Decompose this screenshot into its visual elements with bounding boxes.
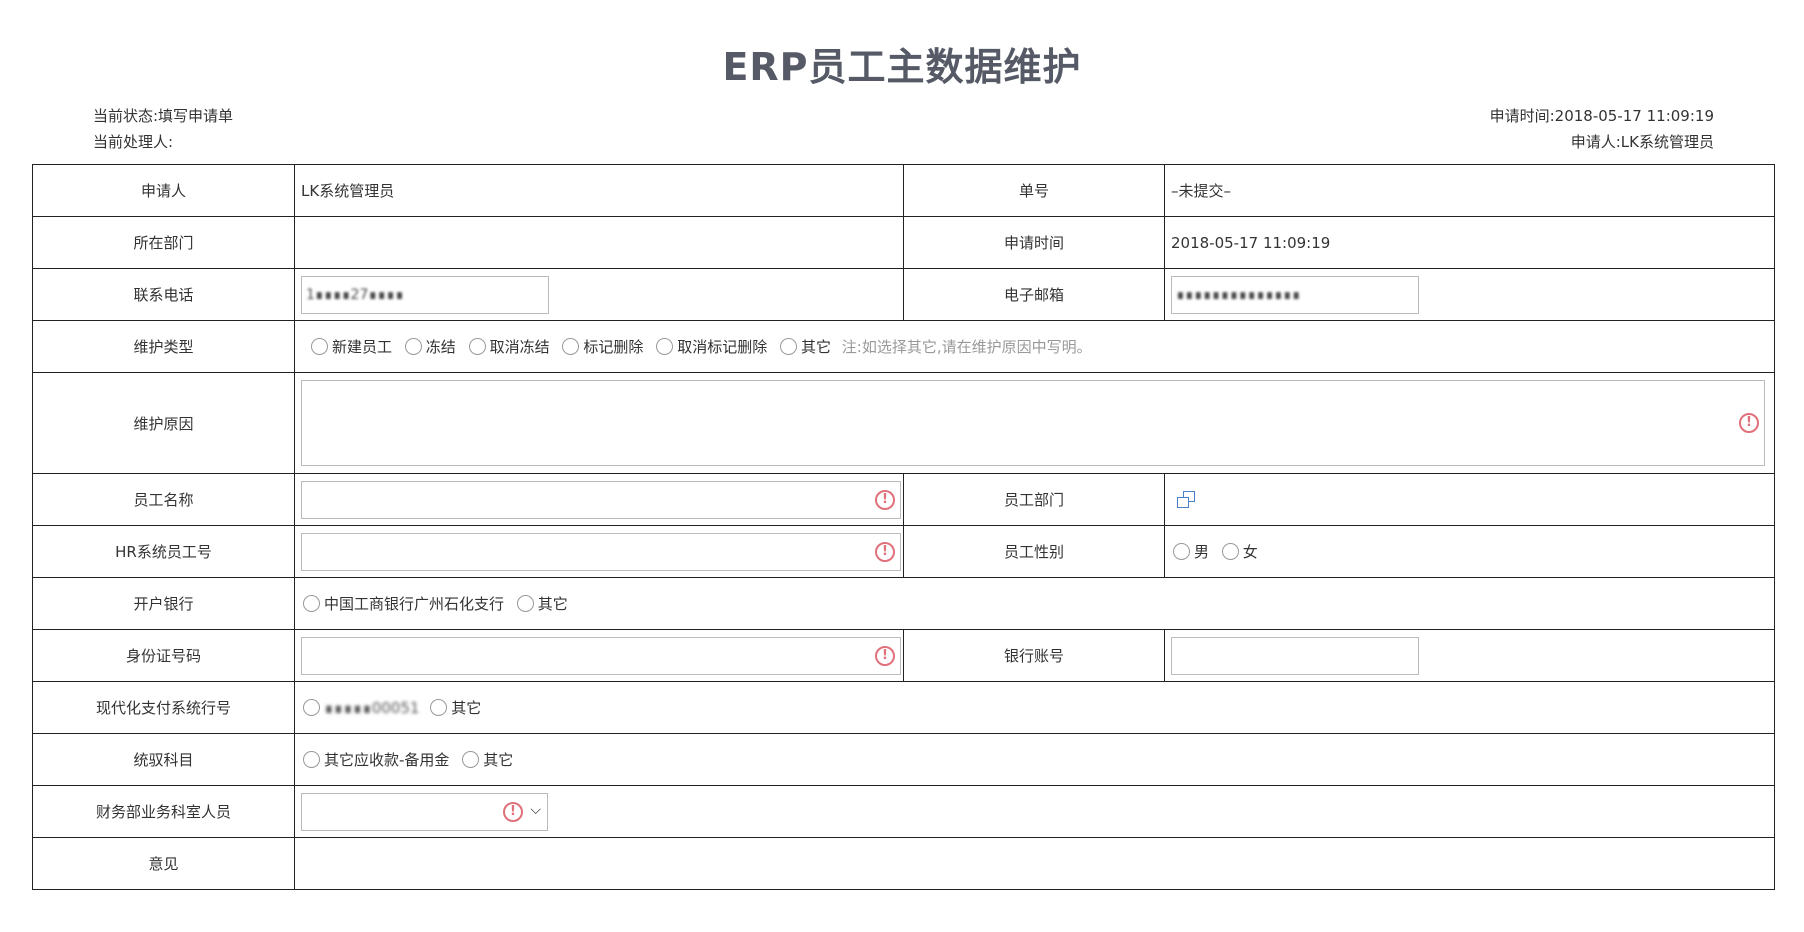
maint-type-radio-mark-delete[interactable]	[562, 338, 580, 355]
bank-option-icbc: 中国工商银行广州石化支行	[324, 595, 505, 613]
status-info: 当前状态:填写申请单 当前处理人:	[93, 103, 233, 155]
dept-label: 所在部门	[32, 216, 295, 269]
row-hr-no: HR系统员工号 ! 员工性别 男 女	[32, 525, 1775, 578]
dept-value	[294, 216, 904, 269]
maint-type-option-unmark-delete: 取消标记删除	[677, 338, 768, 356]
row-subject: 统驭科目 其它应收款-备用金 其它	[32, 733, 1775, 786]
gender-option-female: 女	[1242, 543, 1258, 561]
current-status: 当前状态:填写申请单	[93, 107, 234, 125]
maint-type-radio-unmark-delete[interactable]	[656, 338, 674, 355]
gender-option-male: 男	[1194, 543, 1210, 561]
employee-form: 申请人 LK系统管理员 单号 –未提交– 所在部门 申请时间 2018-05-1…	[32, 164, 1775, 890]
emp-name-label: 员工名称	[32, 473, 295, 526]
bank-option-other: 其它	[537, 595, 568, 613]
maint-type-option-new: 新建员工	[332, 338, 393, 356]
emp-dept-label: 员工部门	[903, 473, 1165, 526]
bank-radio-other[interactable]	[516, 595, 534, 612]
pay-sys-option-code: ∎∎∎∎∎00051	[324, 698, 420, 717]
row-id-no: 身份证号码 ! 银行账号	[32, 629, 1775, 682]
maint-type-radio-freeze[interactable]	[404, 338, 422, 355]
maint-type-radio-other[interactable]	[779, 338, 797, 355]
applicant-header: 申请人:LK系统管理员	[1570, 133, 1714, 151]
email-input[interactable]: ∎∎∎∎∎∎∎∎∎∎∎∎∎∎	[1171, 275, 1419, 314]
bank-radio-icbc[interactable]	[303, 595, 320, 612]
required-warning-icon: !	[875, 489, 895, 510]
maint-type-radio-new[interactable]	[311, 338, 328, 355]
row-contact: 联系电话 1∎∎∎∎27∎∎∎∎ 电子邮箱 ∎∎∎∎∎∎∎∎∎∎∎∎∎∎	[32, 268, 1775, 321]
subject-radio-petty-cash[interactable]	[303, 751, 320, 768]
applicant-label: 申请人	[32, 164, 295, 217]
row-opinion: 意见	[32, 837, 1775, 890]
current-handler: 当前处理人:	[93, 133, 174, 151]
id-no-input[interactable]: !	[301, 636, 901, 675]
subject-label: 统驭科目	[32, 733, 295, 786]
gender-radio-female[interactable]	[1221, 543, 1239, 560]
hr-no-label: HR系统员工号	[32, 525, 295, 578]
finance-staff-select[interactable]: ! ⌵	[301, 792, 548, 831]
row-finance-staff: 财务部业务科室人员 ! ⌵	[32, 785, 1775, 838]
email-label: 电子邮箱	[903, 268, 1165, 321]
apply-info: 申请时间:2018-05-17 11:09:19 申请人:LK系统管理员	[1490, 103, 1714, 155]
apply-time-label: 申请时间	[903, 216, 1165, 269]
maint-type-option-unfreeze: 取消冻结	[489, 338, 550, 356]
maint-type-note: 注:如选择其它,请在维护原因中写明。	[841, 338, 1092, 356]
gender-radio-male[interactable]	[1173, 543, 1190, 560]
applicant-value: LK系统管理员	[294, 164, 904, 217]
bank-account-label: 银行账号	[903, 629, 1165, 682]
emp-name-input[interactable]: !	[301, 480, 901, 519]
row-applicant: 申请人 LK系统管理员 单号 –未提交–	[32, 164, 1775, 217]
subject-option-petty-cash: 其它应收款-备用金	[324, 751, 450, 769]
page-title: ERP员工主数据维护	[722, 45, 1082, 89]
phone-input[interactable]: 1∎∎∎∎27∎∎∎∎	[301, 275, 549, 314]
apply-time-value: 2018-05-17 11:09:19	[1164, 216, 1775, 269]
bank-account-input[interactable]	[1171, 636, 1419, 675]
maint-type-radio-unfreeze[interactable]	[468, 338, 486, 355]
required-warning-icon: !	[875, 541, 895, 562]
maint-type-option-freeze: 冻结	[425, 338, 456, 356]
required-warning-icon: !	[503, 801, 523, 822]
opinion-value	[294, 837, 1775, 890]
row-emp-name: 员工名称 ! 员工部门	[32, 473, 1775, 526]
id-no-label: 身份证号码	[32, 629, 295, 682]
pay-sys-label: 现代化支付系统行号	[32, 681, 295, 734]
phone-value: 1∎∎∎∎27∎∎∎∎	[306, 286, 404, 303]
row-pay-sys: 现代化支付系统行号 ∎∎∎∎∎00051 其它	[32, 681, 1775, 734]
hr-no-input[interactable]: !	[301, 532, 901, 571]
pay-sys-radio-other[interactable]	[430, 699, 448, 716]
reason-textarea[interactable]: !	[301, 380, 1765, 466]
reason-label: 维护原因	[32, 372, 295, 474]
email-value: ∎∎∎∎∎∎∎∎∎∎∎∎∎∎	[1176, 286, 1301, 303]
order-no-label: 单号	[903, 164, 1165, 217]
required-warning-icon: !	[875, 645, 895, 666]
row-maint-type: 维护类型 新建员工 冻结 取消冻结 标记删除 取消标记删除 其它 注:如选择其它…	[32, 320, 1775, 373]
row-reason: 维护原因 !	[32, 372, 1775, 474]
gender-label: 员工性别	[903, 525, 1165, 578]
finance-staff-label: 财务部业务科室人员	[32, 785, 295, 838]
phone-label: 联系电话	[32, 268, 295, 321]
pay-sys-radio-code[interactable]	[303, 699, 320, 716]
row-dept: 所在部门 申请时间 2018-05-17 11:09:19	[32, 216, 1775, 269]
maint-type-option-mark-delete: 标记删除	[583, 338, 644, 356]
chevron-down-icon: ⌵	[530, 801, 541, 818]
bank-label: 开户银行	[32, 577, 295, 630]
dept-select-icon[interactable]	[1177, 490, 1197, 509]
row-bank: 开户银行 中国工商银行广州石化支行 其它	[32, 577, 1775, 630]
apply-time-header: 申请时间:2018-05-17 11:09:19	[1489, 107, 1714, 125]
required-warning-icon: !	[1739, 413, 1759, 433]
maint-type-label: 维护类型	[32, 320, 295, 373]
opinion-label: 意见	[32, 837, 295, 890]
pay-sys-option-other: 其它	[451, 699, 482, 717]
maint-type-option-other: 其它	[800, 338, 831, 356]
subject-option-other: 其它	[483, 751, 514, 769]
order-no-value: –未提交–	[1164, 164, 1775, 217]
subject-radio-other[interactable]	[462, 751, 480, 768]
